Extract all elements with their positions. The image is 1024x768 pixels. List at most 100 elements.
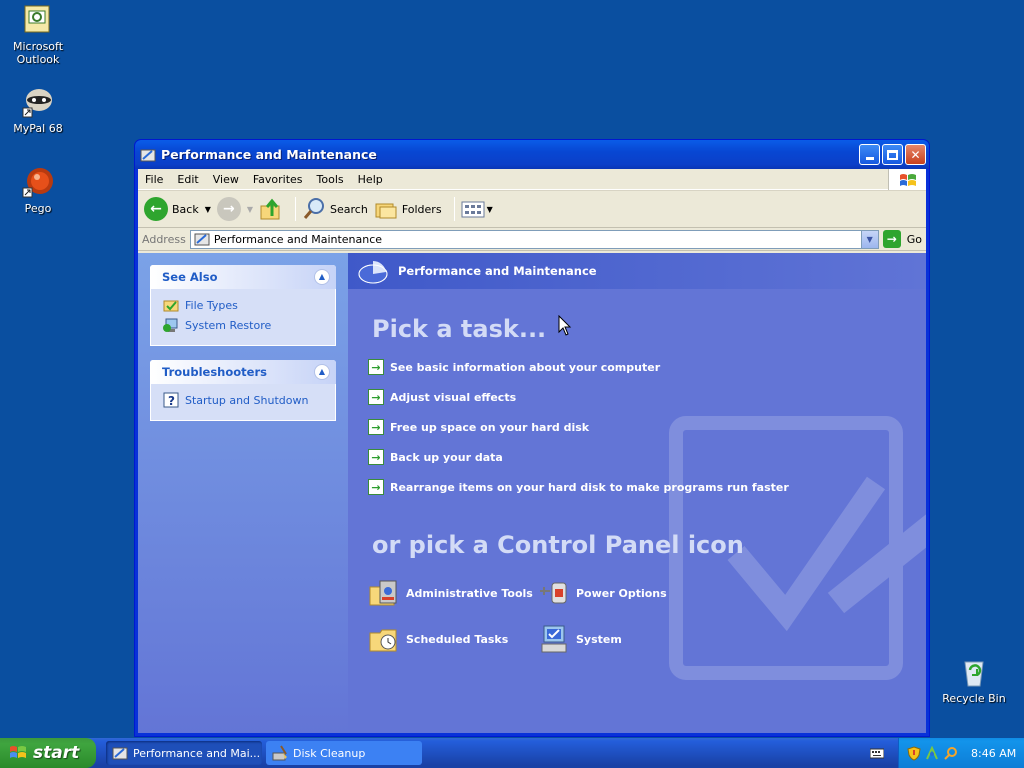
menu-view[interactable]: View: [206, 173, 246, 186]
standard-toolbar: ← Back ▼ → ▼ Search Folders ▼: [138, 190, 926, 228]
task-arrow-icon: →: [368, 419, 384, 435]
category-title: Performance and Maintenance: [398, 264, 597, 278]
link-file-types[interactable]: File Types: [163, 295, 323, 315]
close-button[interactable]: ✕: [905, 144, 926, 165]
search-tray-icon[interactable]: [943, 746, 958, 761]
back-arrow-icon: ←: [144, 197, 168, 221]
file-types-icon: [163, 300, 179, 312]
title-bar[interactable]: Performance and Maintenance ✕: [135, 140, 929, 169]
up-folder-icon: [260, 198, 280, 220]
back-label: Back: [172, 202, 199, 216]
collapse-chevron-icon[interactable]: ▲: [314, 269, 330, 285]
see-also-panel: See Also ▲ File Types System Restore: [150, 265, 336, 346]
task-free-up-space[interactable]: → Free up space on your hard disk: [368, 419, 589, 435]
task-back-up-data[interactable]: → Back up your data: [368, 449, 503, 465]
task-label: Back up your data: [390, 450, 503, 464]
security-shield-icon[interactable]: [907, 745, 922, 761]
task-arrow-icon: →: [368, 359, 384, 375]
link-label: File Types: [185, 298, 238, 312]
desktop-icon-label: MyPal 68: [13, 122, 63, 135]
cp-label: Power Options: [576, 586, 667, 600]
task-label: See basic information about your compute…: [390, 360, 661, 374]
taskbar-item-label: Disk Cleanup: [293, 746, 366, 760]
minimize-button[interactable]: [859, 144, 880, 165]
maximize-button[interactable]: [882, 144, 903, 165]
control-panel-icon: [140, 147, 156, 163]
task-defragment[interactable]: → Rearrange items on your hard disk to m…: [368, 479, 789, 495]
menu-help[interactable]: Help: [351, 173, 390, 186]
cp-label: System: [576, 632, 622, 646]
up-folder-button[interactable]: [259, 197, 283, 221]
folders-label: Folders: [401, 202, 442, 216]
cp-label: Scheduled Tasks: [406, 632, 509, 646]
control-panel-icon: [112, 747, 128, 760]
search-icon: [303, 198, 325, 219]
link-label: Startup and Shutdown: [185, 393, 309, 407]
link-startup-and-shutdown[interactable]: ? Startup and Shutdown: [163, 390, 323, 410]
pego-icon: [22, 166, 54, 198]
link-label: System Restore: [185, 318, 272, 332]
cp-system[interactable]: System: [538, 623, 622, 655]
menu-bar: File Edit View Favorites Tools Help: [138, 169, 926, 190]
performance-icon: [358, 260, 388, 284]
task-label: Rearrange items on your hard disk to mak…: [390, 480, 789, 494]
svg-text:?: ?: [168, 394, 175, 408]
back-button[interactable]: ← Back ▼: [144, 197, 211, 221]
see-also-header[interactable]: See Also ▲: [150, 265, 336, 289]
taskbar-item-disk-cleanup[interactable]: Disk Cleanup: [266, 741, 422, 765]
task-adjust-visual-effects[interactable]: → Adjust visual effects: [368, 389, 516, 405]
cp-administrative-tools[interactable]: Administrative Tools: [368, 577, 533, 609]
cp-scheduled-tasks[interactable]: Scheduled Tasks: [368, 623, 508, 655]
start-label: start: [33, 743, 80, 763]
collapse-chevron-icon[interactable]: ▲: [314, 364, 330, 380]
folders-button[interactable]: Folders: [374, 197, 442, 221]
desktop-icon-recycle-bin[interactable]: Recycle Bin: [936, 656, 1012, 705]
menu-favorites[interactable]: Favorites: [246, 173, 310, 186]
desktop-icon-outlook[interactable]: Microsoft Outlook: [0, 4, 76, 66]
toolbar-separator: [453, 197, 455, 221]
troubleshooters-body: ? Startup and Shutdown: [150, 384, 336, 421]
start-button[interactable]: start: [0, 738, 96, 768]
task-arrow-icon: →: [368, 449, 384, 465]
search-button[interactable]: Search: [302, 197, 368, 221]
address-bar: Address Performance and Maintenance ▼ → …: [138, 228, 926, 251]
mouse-cursor-icon: [558, 315, 572, 336]
windows-logo-icon: [10, 746, 26, 758]
desktop-icon-pego[interactable]: Pego: [0, 166, 76, 215]
address-dropdown-icon[interactable]: ▼: [860, 230, 878, 248]
task-see-basic-info[interactable]: → See basic information about your compu…: [368, 359, 660, 375]
window-title: Performance and Maintenance: [161, 147, 377, 162]
help-icon: ?: [163, 392, 179, 408]
minimize-icon: [865, 157, 874, 160]
forward-button[interactable]: → ▼: [216, 197, 253, 221]
maximize-icon: [887, 149, 898, 160]
folders-icon: [375, 203, 397, 219]
forward-dropdown-icon[interactable]: ▼: [247, 205, 253, 214]
network-icon[interactable]: [925, 745, 940, 761]
views-button[interactable]: ▼: [461, 199, 493, 219]
taskbar-item-performance[interactable]: Performance and Mai...: [106, 741, 262, 765]
views-dropdown-icon[interactable]: ▼: [487, 205, 493, 214]
menu-tools[interactable]: Tools: [310, 173, 351, 186]
troubleshooters-header[interactable]: Troubleshooters ▲: [150, 360, 336, 384]
back-dropdown-icon[interactable]: ▼: [205, 205, 211, 214]
menu-file[interactable]: File: [138, 173, 170, 186]
desktop-icon-mypal[interactable]: MyPal 68: [0, 86, 76, 135]
cp-power-options[interactable]: Power Options: [538, 577, 667, 609]
views-icon: [461, 201, 485, 218]
windows-logo-icon: [888, 169, 926, 190]
desktop-icon-label: Pego: [24, 202, 52, 215]
menu-edit[interactable]: Edit: [170, 173, 205, 186]
disk-cleanup-icon: [272, 745, 287, 761]
address-input[interactable]: Performance and Maintenance ▼: [189, 229, 879, 249]
system-tray: 8:46 AM: [898, 738, 1024, 768]
link-system-restore[interactable]: System Restore: [163, 315, 323, 335]
keyboard-icon[interactable]: [870, 746, 884, 760]
outlook-icon: [22, 4, 54, 36]
task-label: Adjust visual effects: [390, 390, 517, 404]
power-options-icon: [540, 582, 567, 604]
clock[interactable]: 8:46 AM: [971, 747, 1016, 760]
pick-task-heading: Pick a task...: [372, 315, 547, 343]
go-button[interactable]: → Go: [882, 230, 922, 248]
desktop-icon-label: Recycle Bin: [942, 692, 1006, 705]
